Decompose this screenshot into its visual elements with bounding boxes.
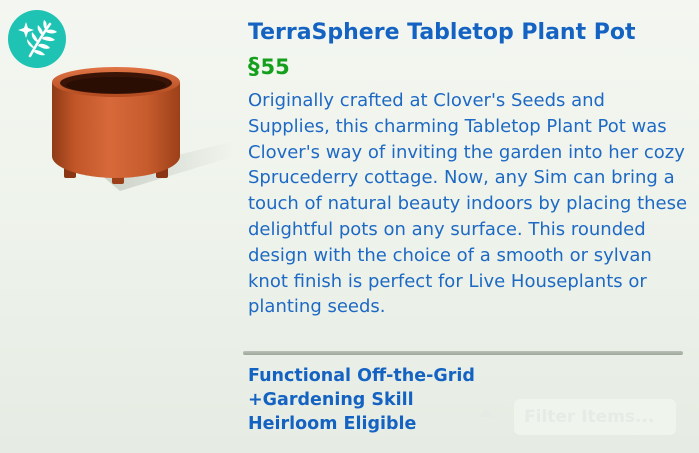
feature-item-heirloom: Heirloom Eligible [248, 414, 417, 434]
feature-item-gardening-skill: +Gardening Skill [248, 390, 414, 410]
plant-pot-image [52, 67, 235, 191]
feature-item-off-the-grid: Functional Off-the-Grid [248, 366, 475, 386]
up-arrow-icon[interactable] [479, 408, 493, 417]
filter-items-input[interactable]: Filter Items... [514, 399, 676, 435]
simoleon-icon: § [248, 53, 260, 80]
item-price: § 55 [248, 54, 290, 80]
item-description: Originally crafted at Clover's Seeds and… [248, 90, 688, 318]
item-title: TerraSphere Tabletop Plant Pot [248, 20, 636, 45]
feature-list: Functional Off-the-Grid +Gardening Skill… [248, 364, 475, 436]
price-value: 55 [260, 55, 290, 79]
filter-placeholder: Filter Items... [524, 407, 655, 427]
item-image [40, 56, 240, 206]
divider [243, 351, 683, 355]
